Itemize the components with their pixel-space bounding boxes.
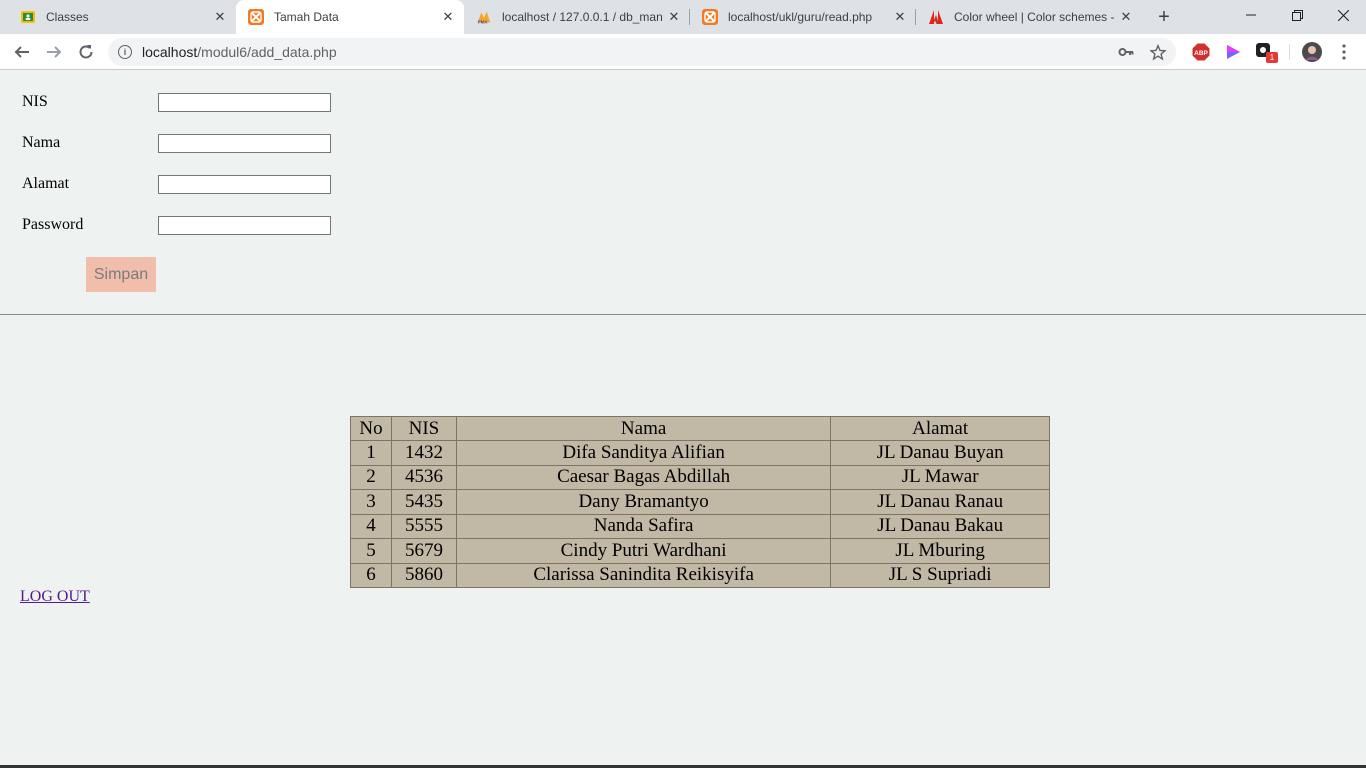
cell-no: 4 [350, 513, 392, 539]
close-window-icon [1337, 9, 1349, 21]
tab-classes[interactable]: Classes ✕ [8, 0, 236, 34]
profile-avatar[interactable] [1302, 42, 1322, 62]
table-row: 2 4536 Caesar Bagas Abdillah JL Mawar [350, 464, 1050, 490]
new-tab-button[interactable]: + [1152, 6, 1176, 28]
cell-nama: Dany Bramantyo [455, 489, 832, 515]
cell-no: 1 [350, 440, 392, 466]
page-content: NIS Nama Alamat Password Simpan No NIS N… [0, 71, 1366, 768]
tab-tamah-data[interactable]: Tamah Data ✕ [236, 0, 464, 34]
cell-alamat: JL Danau Ranau [830, 489, 1050, 515]
svg-text:ABP: ABP [1194, 50, 1208, 57]
close-window-button[interactable] [1320, 0, 1366, 30]
table-row: 4 5555 Nanda Safira JL Danau Bakau [350, 513, 1050, 539]
restore-button[interactable] [1274, 0, 1320, 30]
url-host: localhost [142, 44, 198, 60]
alamat-input[interactable] [158, 175, 331, 194]
forward-arrow-icon [47, 46, 62, 58]
cell-nis: 5679 [390, 538, 457, 564]
svg-text:PMA: PMA [478, 20, 489, 25]
cell-alamat: JL Danau Buyan [830, 440, 1050, 466]
cell-alamat: JL S Supriadi [830, 562, 1050, 588]
xampp-icon [248, 9, 264, 25]
tab-title: localhost / 127.0.0.1 / db_man [502, 10, 663, 24]
tab-color-wheel[interactable]: Color wheel | Color schemes - ✕ [916, 0, 1142, 34]
nis-label: NIS [22, 93, 48, 110]
tab-phpmyadmin[interactable]: PMA localhost / 127.0.0.1 / db_man ✕ [464, 0, 690, 34]
cell-alamat: JL Danau Bakau [830, 513, 1050, 539]
restore-icon [1291, 9, 1303, 21]
simpan-button[interactable]: Simpan [86, 257, 156, 292]
bookmark-star-icon[interactable] [1150, 43, 1166, 61]
horizontal-rule [0, 314, 1366, 315]
table-row: 1 1432 Difa Sanditya Alifian JL Danau Bu… [350, 440, 1050, 466]
close-icon[interactable]: ✕ [892, 9, 908, 25]
reload-icon [79, 45, 93, 59]
cell-no: 6 [350, 562, 392, 588]
cell-nama: Nanda Safira [455, 513, 832, 539]
key-icon[interactable] [1118, 44, 1134, 60]
phpmyadmin-icon: PMA [476, 9, 492, 25]
tab-title: Classes [46, 10, 89, 24]
close-icon[interactable]: ✕ [440, 9, 456, 25]
close-icon[interactable]: ✕ [666, 9, 682, 25]
cell-no: 3 [350, 489, 392, 515]
tab-title: Tamah Data [274, 10, 339, 24]
cell-nis: 1432 [390, 440, 457, 466]
cell-nis: 5860 [390, 562, 457, 588]
nama-input[interactable] [158, 134, 331, 153]
tab-title: Color wheel | Color schemes - [954, 10, 1115, 24]
close-icon[interactable]: ✕ [212, 9, 228, 25]
forward-button[interactable] [40, 38, 68, 66]
extension-badge-icon[interactable]: 1 [1255, 42, 1278, 63]
column-header: Nama [455, 416, 832, 441]
column-header: No [350, 416, 392, 441]
menu-kebab-icon[interactable] [1334, 42, 1354, 62]
minimize-icon [1246, 14, 1256, 16]
adobe-icon [928, 9, 944, 25]
address-bar[interactable]: i localhost/modul6/add_data.php [108, 38, 1176, 66]
student-table: No NIS Nama Alamat 1 1432 Difa Sanditya … [350, 416, 1050, 588]
table-row: 6 5860 Clarissa Sanindita Reikisyifa JL … [350, 562, 1050, 588]
url-path: /modul6/add_data.php [197, 44, 337, 60]
table-row: 5 5679 Cindy Putri Wardhani JL Mburing [350, 538, 1050, 564]
cell-alamat: JL Mburing [830, 538, 1050, 564]
cell-nama: Difa Sanditya Alifian [455, 440, 832, 466]
toolbar-divider [1289, 44, 1290, 60]
cell-nis: 5435 [390, 489, 457, 515]
cell-nis: 5555 [390, 513, 457, 539]
tab-title: localhost/ukl/guru/read.php [728, 10, 873, 24]
minimize-button[interactable] [1228, 0, 1274, 30]
reload-button[interactable] [72, 38, 100, 66]
tab-guru-read[interactable]: localhost/ukl/guru/read.php ✕ [690, 0, 916, 34]
extension-count-badge: 1 [1266, 52, 1278, 63]
play-extension-icon[interactable] [1223, 42, 1243, 62]
back-arrow-icon [14, 46, 29, 58]
cell-no: 2 [350, 464, 392, 490]
alamat-label: Alamat [22, 175, 70, 192]
xampp-icon [702, 9, 718, 25]
cell-nama: Cindy Putri Wardhani [455, 538, 832, 564]
adblock-plus-icon[interactable]: ABP [1191, 42, 1211, 62]
cell-no: 5 [350, 538, 392, 564]
google-classroom-icon [20, 9, 36, 25]
table-row: 3 5435 Dany Bramantyo JL Danau Ranau [350, 489, 1050, 515]
url-text[interactable]: localhost/modul6/add_data.php [142, 44, 337, 60]
browser-toolbar: i localhost/modul6/add_data.php ABP 1 [0, 34, 1366, 70]
column-header: NIS [390, 416, 457, 441]
cell-alamat: JL Mawar [830, 464, 1050, 490]
nama-label: Nama [22, 134, 61, 151]
cell-nama: Caesar Bagas Abdillah [455, 464, 832, 490]
nis-input[interactable] [158, 93, 331, 112]
logout-link[interactable]: LOG OUT [20, 588, 90, 606]
cell-nis: 4536 [390, 464, 457, 490]
back-button[interactable] [8, 38, 36, 66]
table-header-row: No NIS Nama Alamat [350, 416, 1050, 441]
cell-nama: Clarissa Sanindita Reikisyifa [455, 562, 832, 588]
column-header: Alamat [830, 416, 1050, 441]
password-label: Password [22, 216, 84, 233]
password-input[interactable] [158, 216, 331, 235]
tab-strip: Classes ✕ Tamah Data ✕ PMA localhost / 1… [0, 0, 1366, 34]
close-icon[interactable]: ✕ [1118, 9, 1134, 25]
site-info-icon[interactable]: i [118, 45, 132, 59]
